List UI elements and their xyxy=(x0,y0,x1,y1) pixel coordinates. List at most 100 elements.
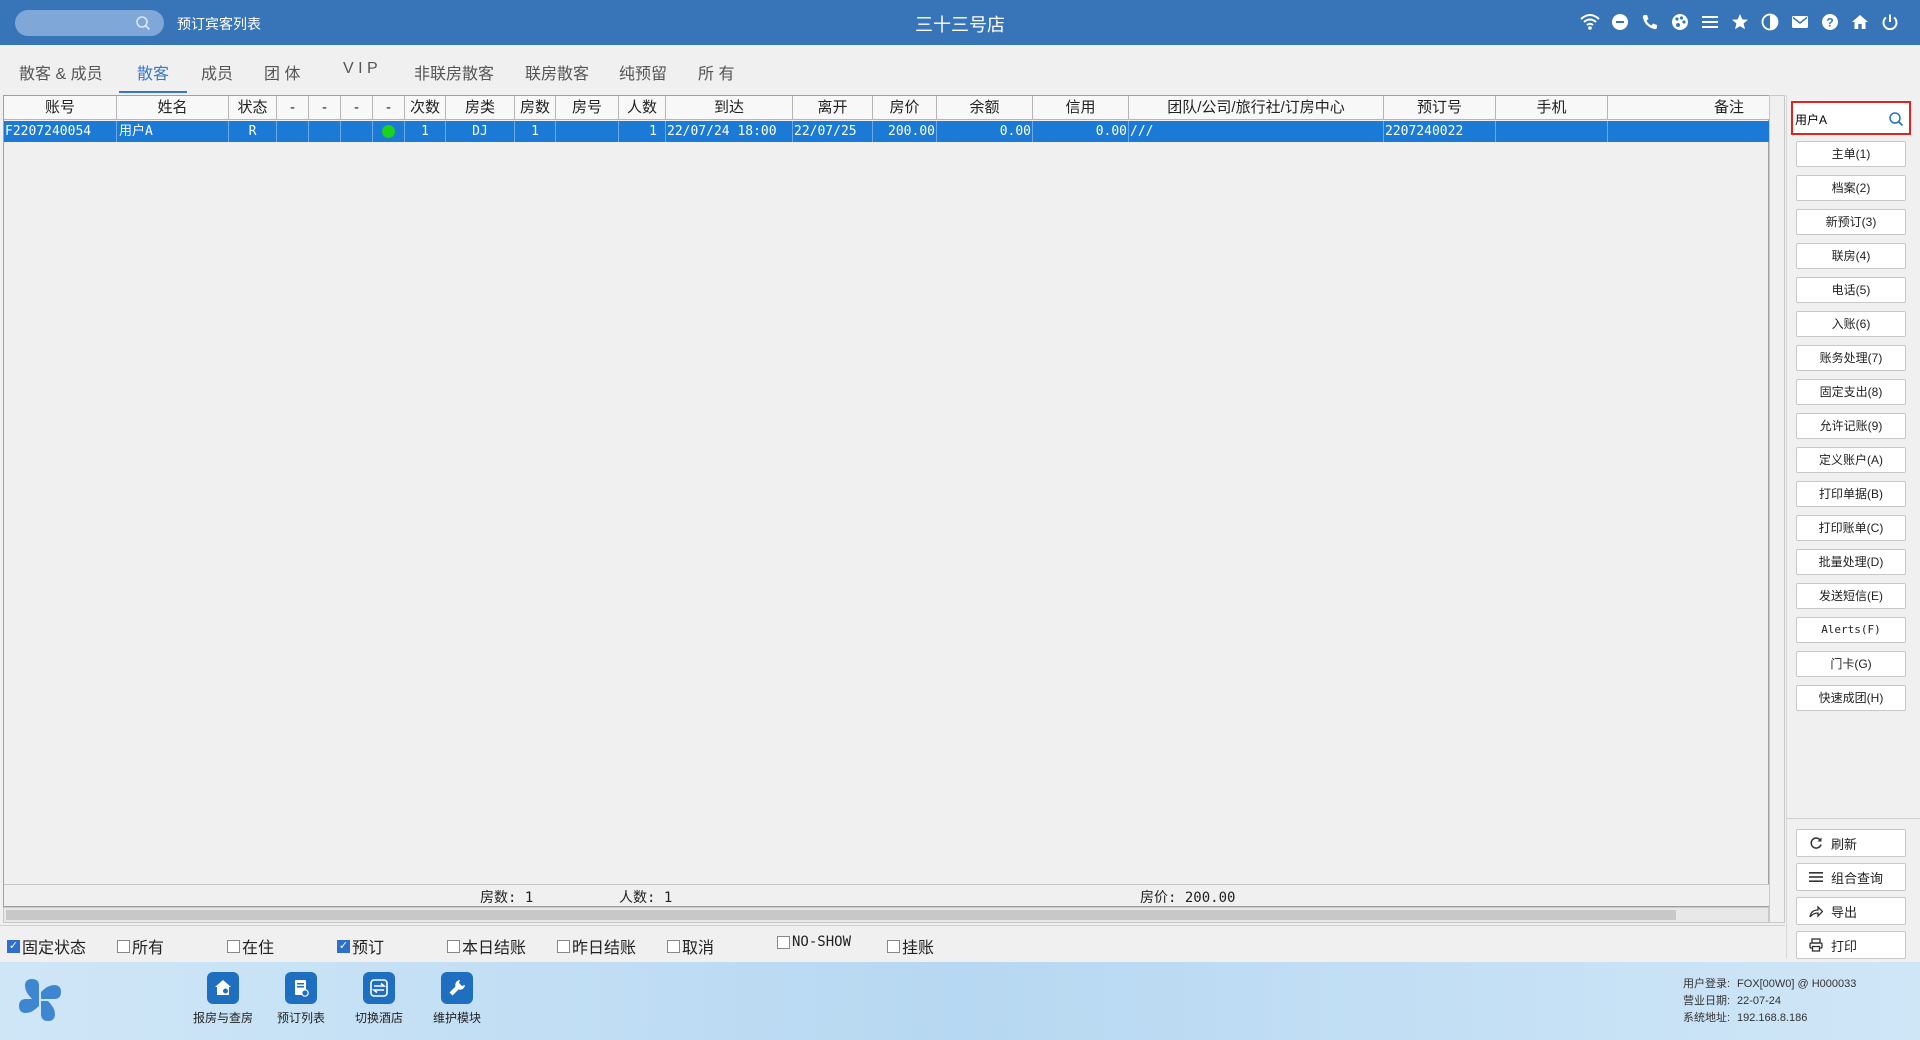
print-voucher-button[interactable]: 打印单据(B) xyxy=(1796,481,1906,507)
cell-departure[interactable]: 22/07/25 xyxy=(793,121,873,142)
col-remark[interactable]: 备注 xyxy=(1608,96,1770,120)
refresh-button[interactable]: 刷新 xyxy=(1796,829,1906,857)
col-flag-2[interactable]: - xyxy=(309,96,341,120)
cell-room-no[interactable] xyxy=(556,121,619,142)
maintenance-app[interactable]: 维护模块 xyxy=(417,972,497,1026)
phone-button[interactable]: 电话(5) xyxy=(1796,277,1906,303)
guest-search-input[interactable] xyxy=(1795,110,1887,128)
print-bill-button[interactable]: 打印账单(C) xyxy=(1796,515,1906,541)
tab-all[interactable]: 所 有 xyxy=(698,60,734,93)
col-count[interactable]: 次数 xyxy=(405,96,446,120)
cell-balance[interactable]: 0.00 xyxy=(937,121,1033,142)
col-departure[interactable]: 离开 xyxy=(793,96,873,120)
cell-rate[interactable]: 200.00 xyxy=(873,121,937,142)
col-mobile[interactable]: 手机 xyxy=(1496,96,1608,120)
define-account-button[interactable]: 定义账户(A) xyxy=(1796,447,1906,473)
home-icon[interactable] xyxy=(1850,11,1870,33)
global-search[interactable] xyxy=(15,10,164,36)
checkbox-icon[interactable] xyxy=(667,939,680,953)
star-icon[interactable] xyxy=(1730,11,1750,33)
guest-search[interactable] xyxy=(1791,101,1911,135)
room-card-button[interactable]: 门卡(G) xyxy=(1796,651,1906,677)
tab-guests-and-members[interactable]: 散客 & 成员 xyxy=(19,60,103,93)
quick-group-button[interactable]: 快速成团(H) xyxy=(1796,685,1906,711)
batch-process-button[interactable]: 批量处理(D) xyxy=(1796,549,1906,575)
billing-process-button[interactable]: 账务处理(7) xyxy=(1796,345,1906,371)
cell-flag-2[interactable] xyxy=(309,121,341,142)
link-rooms-button[interactable]: 联房(4) xyxy=(1796,243,1906,269)
col-room-no[interactable]: 房号 xyxy=(556,96,619,120)
new-booking-button[interactable]: 新预订(3) xyxy=(1796,209,1906,235)
col-rooms[interactable]: 房数 xyxy=(515,96,556,120)
tab-non-linked-guests[interactable]: 非联房散客 xyxy=(414,60,494,93)
checkbox-icon[interactable] xyxy=(557,939,570,953)
menu-icon[interactable] xyxy=(1700,11,1720,33)
export-button[interactable]: 导出 xyxy=(1796,897,1906,925)
power-icon[interactable] xyxy=(1880,11,1900,33)
filter-reserved[interactable]: ✓ 预订 xyxy=(337,934,384,958)
cell-booking-no[interactable]: 2207240022 xyxy=(1384,121,1496,142)
col-credit[interactable]: 信用 xyxy=(1033,96,1129,120)
col-persons[interactable]: 人数 xyxy=(619,96,666,120)
tab-vip[interactable]: V I P xyxy=(343,60,378,93)
col-room-type[interactable]: 房类 xyxy=(446,96,515,120)
cell-mobile[interactable] xyxy=(1496,121,1608,142)
checkbox-icon[interactable]: ✓ xyxy=(337,939,350,953)
main-folio-button[interactable]: 主单(1) xyxy=(1796,141,1906,167)
cell-persons[interactable]: 1 xyxy=(619,121,666,142)
col-account[interactable]: 账号 xyxy=(4,96,117,120)
fixed-charges-button[interactable]: 固定支出(8) xyxy=(1796,379,1906,405)
col-flag-1[interactable]: - xyxy=(277,96,309,120)
filter-all[interactable]: 所有 xyxy=(117,934,164,958)
tab-walkin-guests[interactable]: 散客 xyxy=(119,60,188,93)
filter-fixed-status[interactable]: ✓ 固定状态 xyxy=(7,934,86,958)
col-flag-4[interactable]: - xyxy=(373,96,405,120)
col-rate[interactable]: 房价 xyxy=(873,96,937,120)
filter-cancelled[interactable]: 取消 xyxy=(667,934,714,958)
post-charge-button[interactable]: 入账(6) xyxy=(1796,311,1906,337)
switch-hotel-app[interactable]: 切换酒店 xyxy=(339,972,419,1026)
filter-checkout-today[interactable]: 本日结账 xyxy=(447,934,526,958)
cell-flag-3[interactable] xyxy=(341,121,373,142)
checkbox-icon[interactable] xyxy=(227,939,240,953)
housekeeping-app[interactable]: 报房与查房 xyxy=(183,972,263,1026)
search-icon[interactable] xyxy=(1888,111,1904,127)
theme-icon[interactable] xyxy=(1760,11,1780,33)
checkbox-icon[interactable] xyxy=(777,935,790,949)
cell-flag-4[interactable] xyxy=(373,121,405,142)
col-status[interactable]: 状态 xyxy=(229,96,277,120)
palette-icon[interactable] xyxy=(1670,11,1690,33)
checkbox-icon[interactable]: ✓ xyxy=(7,939,20,953)
phone-icon[interactable] xyxy=(1640,11,1660,33)
checkbox-icon[interactable] xyxy=(117,939,130,953)
search-icon[interactable] xyxy=(135,15,151,31)
col-group-company[interactable]: 团队/公司/旅行社/订房中心 xyxy=(1129,96,1384,120)
cell-flag-1[interactable] xyxy=(277,121,309,142)
profile-button[interactable]: 档案(2) xyxy=(1796,175,1906,201)
col-arrival[interactable]: 到达 xyxy=(666,96,793,120)
cell-rooms[interactable]: 1 xyxy=(515,121,556,142)
cell-remark[interactable] xyxy=(1608,121,1770,142)
filter-no-show[interactable]: NO-SHOW xyxy=(777,934,851,950)
print-button[interactable]: 打印 xyxy=(1796,931,1906,959)
tab-groups[interactable]: 团 体 xyxy=(264,60,300,93)
cell-status[interactable]: R xyxy=(229,121,277,142)
filter-checkout-yesterday[interactable]: 昨日结账 xyxy=(557,934,636,958)
cell-credit[interactable]: 0.00 xyxy=(1033,121,1129,142)
col-booking-no[interactable]: 预订号 xyxy=(1384,96,1496,120)
cell-name[interactable]: 用户A xyxy=(117,121,229,142)
cell-group-company[interactable]: /// xyxy=(1129,121,1384,142)
table-row[interactable]: F2207240054 用户A R 1 DJ 1 1 22/07/24 18:0… xyxy=(4,121,1770,142)
cell-account[interactable]: F2207240054 xyxy=(4,121,117,142)
tab-members[interactable]: 成员 xyxy=(201,60,233,93)
horizontal-scrollbar[interactable] xyxy=(3,907,1769,923)
mail-icon[interactable] xyxy=(1790,11,1810,33)
allow-charge-button[interactable]: 允许记账(9) xyxy=(1796,413,1906,439)
help-icon[interactable]: ? xyxy=(1820,11,1840,33)
combo-query-button[interactable]: 组合查询 xyxy=(1796,863,1906,891)
clover-logo-icon[interactable] xyxy=(18,978,62,1022)
tab-linked-guests[interactable]: 联房散客 xyxy=(525,60,589,93)
filter-on-account[interactable]: 挂账 xyxy=(887,934,934,958)
chat-icon[interactable] xyxy=(1610,11,1630,33)
alerts-button[interactable]: Alerts(F) xyxy=(1796,617,1906,643)
